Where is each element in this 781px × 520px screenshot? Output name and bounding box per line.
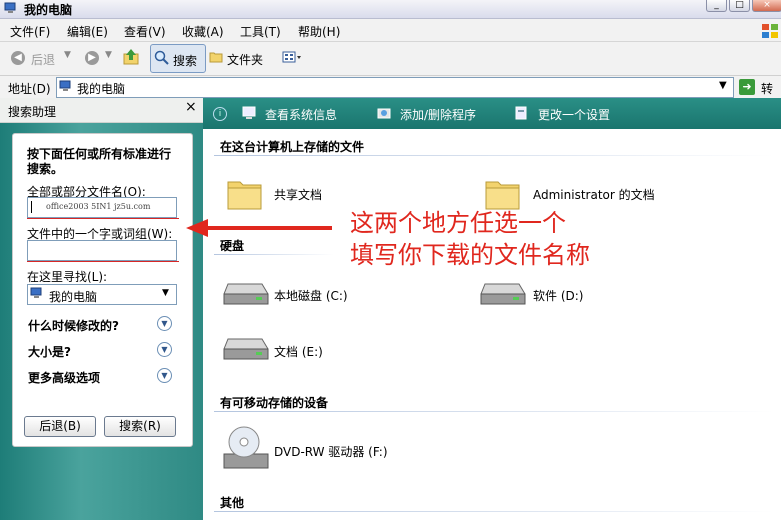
my-computer-small-icon [59,80,71,91]
text-caret [31,201,32,213]
shared-docs-label[interactable]: 共享文档 [274,186,322,203]
back-dropdown-icon[interactable]: ▼ [64,50,71,60]
filename-highlight-underline [27,218,179,219]
section-divider [214,511,774,512]
menu-bar [0,19,781,42]
annotation-arrow [186,219,332,237]
forward-dropdown-icon[interactable]: ▼ [105,50,112,60]
disk-d-label[interactable]: 软件 (D:) [533,287,583,304]
disk-e-icon[interactable] [222,335,270,363]
filename-value: office2003 5IN1 jz5u.com [46,202,151,211]
magnifier-icon [154,50,169,65]
control-panel-icon [515,106,527,120]
section-hard-disks: 硬盘 [220,239,245,253]
size-option[interactable]: 大小是? [28,343,71,360]
disk-d-icon[interactable] [479,280,527,308]
window-title: 我的电脑 [24,3,73,17]
my-computer-icon [4,2,16,13]
expand-when-modified-icon[interactable]: ▼ [157,316,172,331]
search-button-label: 搜索 [173,54,198,68]
folders-icon [209,52,223,63]
when-modified-option[interactable]: 什么时候修改的? [28,317,119,334]
back-button[interactable]: 后退(B) [24,416,96,437]
look-in-label: 在这里寻找(L): [27,270,108,284]
menu-file[interactable]: 文件(F) [10,23,50,40]
section-removable: 有可移动存储的设备 [220,396,329,410]
section-divider [214,411,774,412]
menu-tools[interactable]: 工具(T) [240,23,281,40]
annotation-text-line1: 这两个地方任选一个 [350,209,566,237]
add-remove-programs-icon [377,108,391,119]
address-value: 我的电脑 [77,82,126,96]
address-dropdown-icon[interactable]: ▼ [719,80,727,91]
search-submit-button[interactable]: 搜索(R) [104,416,176,437]
up-folder-icon[interactable] [122,48,140,66]
go-arrow-icon[interactable]: ➜ [739,79,755,95]
section-divider [214,254,334,255]
word-highlight-underline [27,261,179,262]
look-in-value: 我的电脑 [49,290,98,304]
admin-docs-label[interactable]: Administrator 的文档 [533,186,655,203]
menu-help[interactable]: 帮助(H) [298,23,340,40]
expand-size-icon[interactable]: ▼ [157,342,172,357]
disk-c-icon[interactable] [222,280,270,308]
title-bar [0,0,781,19]
folders-button[interactable]: 文件夹 [227,51,263,68]
menu-view[interactable]: 查看(V) [124,23,166,40]
look-in-dropdown-icon[interactable]: ▼ [162,288,169,298]
shared-folder-icon[interactable] [226,174,264,212]
dvd-drive-icon[interactable] [222,424,270,472]
section-divider [214,155,774,156]
expand-advanced-icon[interactable]: ▼ [157,368,172,383]
info-icon: i [213,107,227,121]
add-remove-programs-link[interactable]: 添加/删除程序 [400,106,476,123]
toolbar [0,42,781,76]
minimize-button[interactable]: _ [706,0,727,12]
menu-edit[interactable]: 编辑(E) [67,23,108,40]
disk-c-label[interactable]: 本地磁盘 (C:) [274,287,348,304]
forward-arrow-icon[interactable]: ▶ [85,51,99,65]
section-other: 其他 [220,496,245,510]
dvd-drive-label[interactable]: DVD-RW 驱动器 (F:) [274,443,388,460]
menu-favorites[interactable]: 收藏(A) [182,23,224,40]
windows-logo-icon [762,24,778,38]
address-label: 地址(D) [8,82,51,96]
views-icon[interactable] [282,51,302,63]
section-stored-files: 在这台计算机上存储的文件 [220,140,365,154]
search-pane-title: 搜索助理 [8,105,57,119]
look-in-computer-icon [30,287,42,298]
back-button-label[interactable]: 后退 [31,51,55,68]
maximize-button[interactable]: □ [729,0,750,12]
advanced-option[interactable]: 更多高级选项 [28,369,100,386]
disk-e-label[interactable]: 文档 (E:) [274,343,323,360]
word-input[interactable] [27,240,177,261]
search-intro: 按下面任何或所有标准进行搜索。 [27,147,172,176]
address-field[interactable] [56,77,734,98]
annotation-text-line2: 填写你下载的文件名称 [350,241,590,269]
back-arrow-icon: ◀ [11,51,25,65]
close-pane-icon[interactable]: × [185,99,197,115]
change-setting-link[interactable]: 更改一个设置 [538,106,610,123]
close-window-button[interactable]: × [752,0,781,12]
system-info-icon [242,106,256,119]
view-system-info-link[interactable]: 查看系统信息 [265,106,337,123]
